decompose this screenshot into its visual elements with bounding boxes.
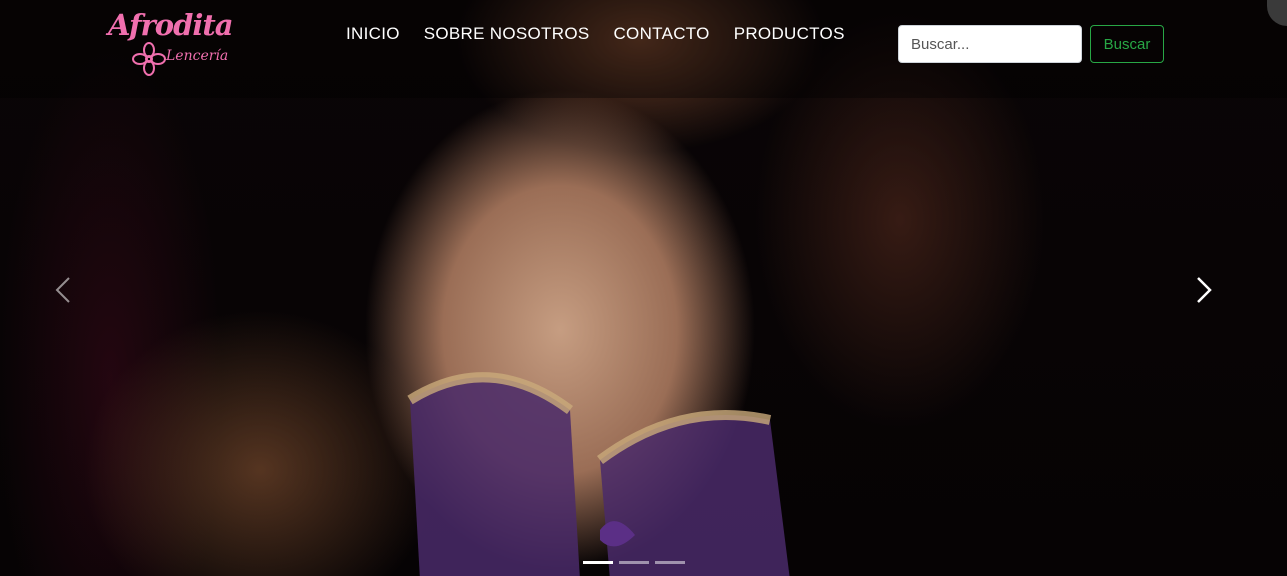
search-input[interactable]: [898, 25, 1082, 63]
page: Afrodita Lencería INICIO SOBRE NOSOTROS …: [0, 0, 1287, 576]
chevron-right-icon: [1197, 277, 1212, 303]
nav-item-sobre-nosotros[interactable]: SOBRE NOSOTROS: [412, 22, 602, 46]
nav-item-inicio[interactable]: INICIO: [334, 22, 412, 46]
carousel-indicators: [583, 561, 685, 564]
brand-logo[interactable]: Afrodita Lencería: [108, 8, 234, 80]
carousel-indicator[interactable]: [619, 561, 649, 564]
carousel-next-button[interactable]: [1189, 270, 1219, 310]
nav-item-productos[interactable]: PRODUCTOS: [722, 22, 857, 46]
nav-item-contacto[interactable]: CONTACTO: [601, 22, 721, 46]
logo-title: Afrodita: [108, 8, 234, 42]
chevron-left-icon: [55, 277, 70, 303]
main-nav: INICIO SOBRE NOSOTROS CONTACTO PRODUCTOS: [334, 22, 857, 46]
flower-icon: [132, 42, 166, 76]
logo-subtitle: Lencería: [166, 48, 229, 64]
lingerie-graphic: [407, 372, 790, 576]
carousel-prev-button[interactable]: [48, 270, 78, 310]
search-button[interactable]: Buscar: [1090, 25, 1164, 63]
carousel-indicator[interactable]: [655, 561, 685, 564]
carousel-indicator[interactable]: [583, 561, 613, 564]
